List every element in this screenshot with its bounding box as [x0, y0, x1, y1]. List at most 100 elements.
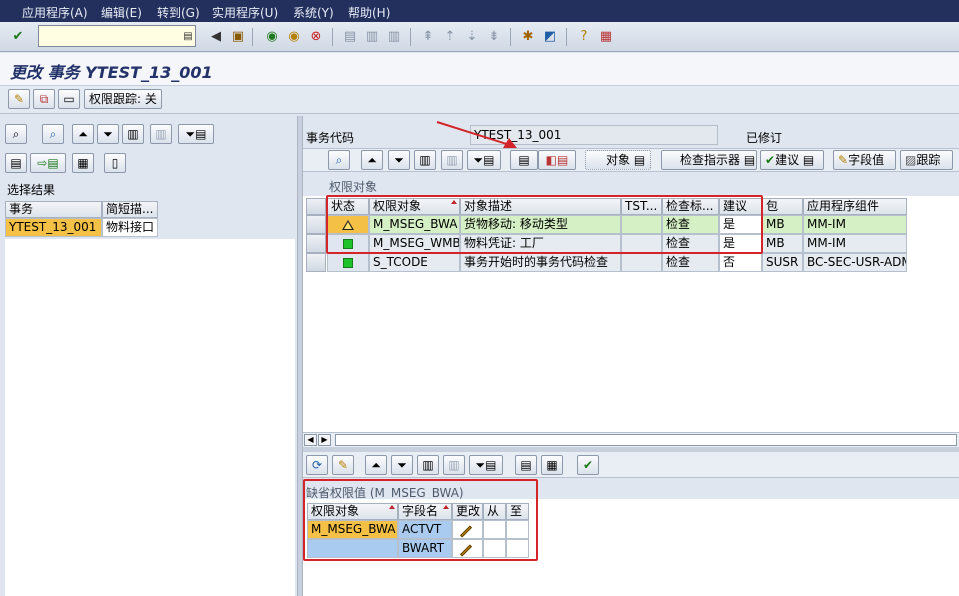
- title-bar: 更改 事务 YTEST_13_001: [0, 53, 959, 86]
- auth-objects-label: 权限对象: [329, 180, 378, 194]
- table-row-component[interactable]: BC-SEC-USR-ADM: [803, 253, 907, 272]
- sort-desc-icon[interactable]: ⏷: [391, 455, 413, 475]
- export-icon[interactable]: ⇨▤: [30, 153, 66, 173]
- filter-icon[interactable]: ⏷▤: [469, 455, 503, 475]
- col-package[interactable]: 包: [762, 198, 803, 215]
- next-page-icon[interactable]: ⇣: [462, 27, 482, 47]
- sort-desc-icon[interactable]: ⏷: [97, 124, 119, 144]
- field-values-button[interactable]: ✎字段值: [833, 150, 896, 170]
- find-icon[interactable]: ▥: [122, 124, 144, 144]
- export-icon[interactable]: ◧▤: [538, 150, 576, 170]
- layout-grid-icon[interactable]: ▦: [541, 455, 563, 475]
- info-icon[interactable]: ▯: [104, 153, 126, 173]
- find-next-icon[interactable]: ▥: [441, 150, 463, 170]
- menu-help[interactable]: 帮助(H): [348, 4, 390, 21]
- menu-system[interactable]: 系统(Y): [293, 4, 334, 21]
- status-text: 已修订: [746, 131, 783, 145]
- menu-application[interactable]: 应用程序(A): [22, 4, 88, 21]
- menu-edit[interactable]: 编辑(E): [101, 4, 142, 21]
- find-icon[interactable]: ▥: [362, 27, 382, 47]
- back-icon[interactable]: ◉: [262, 27, 282, 47]
- refresh-icon[interactable]: ⟳: [306, 455, 328, 475]
- back-arrow-icon[interactable]: ◀: [206, 27, 226, 47]
- shortcut-icon[interactable]: ◩: [540, 27, 560, 47]
- find-icon[interactable]: ▥: [414, 150, 436, 170]
- scroll-track[interactable]: [335, 434, 957, 446]
- table-row-component[interactable]: MM-IM: [803, 215, 907, 234]
- menu-goto[interactable]: 转到(G): [157, 4, 200, 21]
- auth-trace-button[interactable]: 权限跟踪: 关: [84, 89, 162, 109]
- sort-asc-icon[interactable]: ⏶: [72, 124, 94, 144]
- detail-icon[interactable]: ⌕: [328, 150, 350, 170]
- zoom-icon[interactable]: ⌕: [42, 124, 64, 144]
- layout-icon[interactable]: ▦: [596, 27, 616, 47]
- table-row-check[interactable]: 检查: [662, 253, 719, 272]
- filter-icon[interactable]: ⏷▤: [467, 150, 501, 170]
- left-panel: ⌕ ⌕ ⏶ ⏷ ▥ ▥ ⏷▤ ▤ ⇨▤ ▦ ▯ 选择结果 事务 简短描... Y…: [0, 116, 297, 596]
- scroll-right-icon[interactable]: ▶: [318, 434, 331, 446]
- find-icon[interactable]: ▥: [417, 455, 439, 475]
- col-app-component[interactable]: 应用程序组件: [803, 198, 907, 215]
- prev-page-icon[interactable]: ⇡: [440, 27, 460, 47]
- cancel-icon[interactable]: ⊗: [306, 27, 326, 47]
- col-header-tcode[interactable]: 事务: [5, 201, 102, 218]
- help-icon[interactable]: ?: [574, 27, 594, 47]
- col-header-short-desc[interactable]: 简短描...: [102, 201, 158, 218]
- sort-asc-icon[interactable]: ⏶: [361, 150, 383, 170]
- row-selector[interactable]: [306, 253, 326, 272]
- sort-asc-icon[interactable]: ⏶: [365, 455, 387, 475]
- confirm-check-icon[interactable]: ✔: [577, 455, 599, 475]
- tcode-label: 事务代码: [306, 131, 355, 145]
- overview-icon[interactable]: ▭: [58, 89, 80, 109]
- select-result-label: 选择结果: [7, 183, 56, 197]
- result-desc[interactable]: 物料接口: [102, 218, 158, 237]
- new-session-icon[interactable]: ✱: [518, 27, 538, 47]
- right-panel: 事务代码 YTEST_13_001 已修订 ⌕ ⏶ ⏷ ▥ ▥ ⏷▤ ▤ ◧▤ …: [303, 116, 959, 596]
- row-selector[interactable]: [306, 234, 326, 253]
- last-page-icon[interactable]: ⇟: [484, 27, 504, 47]
- detail-icon[interactable]: ⌕: [5, 124, 27, 144]
- table-row-component[interactable]: MM-IM: [803, 234, 907, 253]
- first-page-icon[interactable]: ⇞: [418, 27, 438, 47]
- h-scrollbar[interactable]: ◀ ▶: [303, 432, 959, 447]
- layout-grid-icon[interactable]: ▦: [72, 153, 94, 173]
- table-row-desc[interactable]: 事务开始时的事务代码检查: [460, 253, 621, 272]
- table-row-object[interactable]: S_TCODE: [369, 253, 460, 272]
- menu-bar: 应用程序(A) 编辑(E) 转到(G) 实用程序(U) 系统(Y) 帮助(H): [0, 0, 959, 22]
- scroll-left-icon[interactable]: ◀: [304, 434, 317, 446]
- print-icon[interactable]: ▤: [515, 455, 537, 475]
- command-field[interactable]: [38, 25, 196, 47]
- check-indicator-button[interactable]: 检查指示器 ▤: [661, 150, 757, 170]
- proposal-button[interactable]: ✔建议 ▤: [760, 150, 824, 170]
- edit-icon[interactable]: ✎: [332, 455, 354, 475]
- print-icon[interactable]: ▤: [510, 150, 538, 170]
- command-history-icon[interactable]: ▤: [178, 27, 198, 47]
- table-row-proposal[interactable]: 否: [719, 253, 762, 272]
- display-change-icon[interactable]: ✎: [8, 89, 30, 109]
- menu-utilities[interactable]: 实用程序(U): [212, 4, 278, 21]
- other-object-icon[interactable]: ⧉: [33, 89, 55, 109]
- row-selector[interactable]: [306, 215, 326, 234]
- table-row-package[interactable]: MB: [762, 234, 803, 253]
- print-icon[interactable]: ▤: [5, 153, 27, 173]
- find-next-icon[interactable]: ▥: [384, 27, 404, 47]
- find-next-icon[interactable]: ▥: [150, 124, 172, 144]
- highlight-box-default-values: [303, 479, 538, 561]
- print-icon[interactable]: ▤: [340, 27, 360, 47]
- exit-icon[interactable]: ◉: [284, 27, 304, 47]
- find-next-icon[interactable]: ▥: [443, 455, 465, 475]
- object-button[interactable]: 对象 ▤: [585, 150, 651, 170]
- sort-desc-icon[interactable]: ⏷: [388, 150, 410, 170]
- filter-icon[interactable]: ⏷▤: [178, 124, 214, 144]
- enter-check-icon[interactable]: ✔: [8, 27, 28, 47]
- page-title: 更改 事务 YTEST_13_001: [10, 63, 213, 82]
- table-row-status: [327, 253, 369, 272]
- table-row-package[interactable]: SUSR: [762, 253, 803, 272]
- table-row-package[interactable]: MB: [762, 215, 803, 234]
- table-row-tst[interactable]: [621, 253, 662, 272]
- result-tcode[interactable]: YTEST_13_001: [5, 218, 102, 237]
- trace-button[interactable]: ▨跟踪: [900, 150, 953, 170]
- left-empty-area: [5, 239, 295, 596]
- save-icon[interactable]: ▣: [228, 27, 248, 47]
- select-all-icon[interactable]: [306, 198, 326, 215]
